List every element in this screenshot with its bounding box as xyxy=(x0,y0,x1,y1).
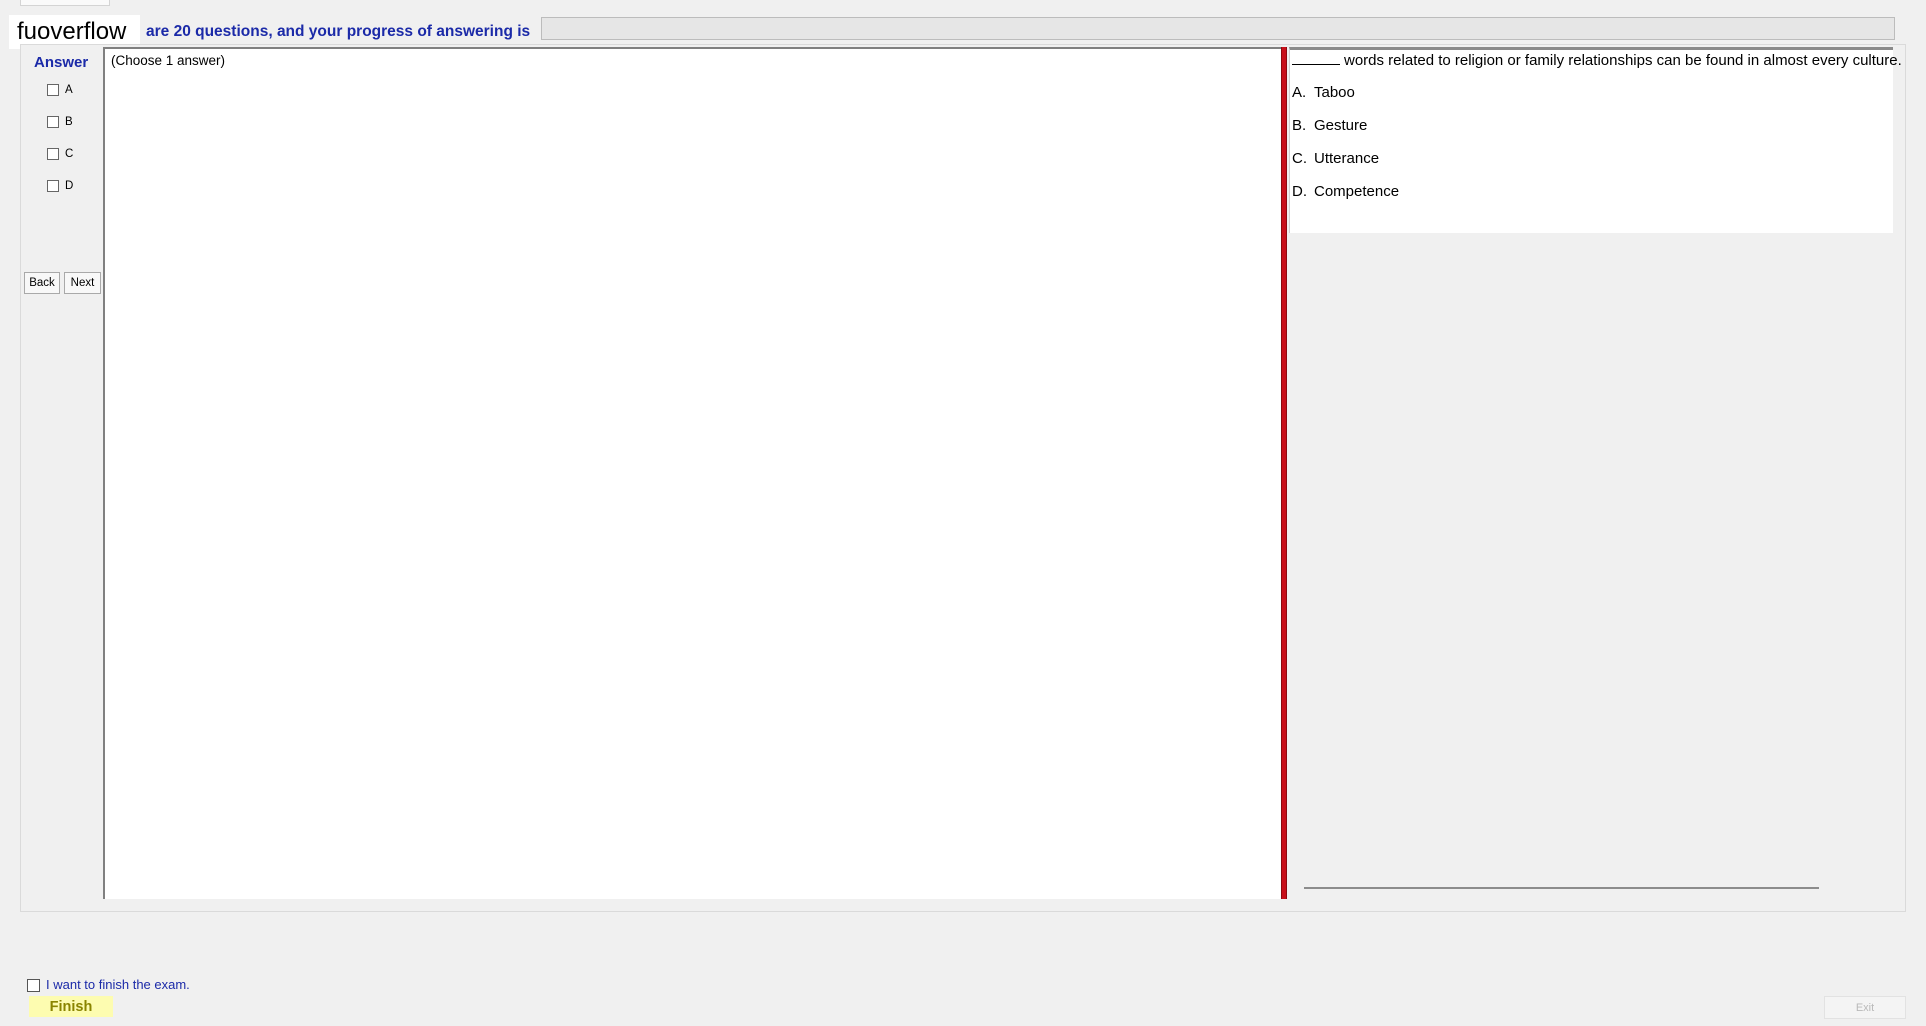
answer-content-panel xyxy=(103,47,1283,899)
choice-text-c: Utterance xyxy=(1314,150,1380,167)
top-tab-stub xyxy=(20,0,110,6)
option-label-a: A xyxy=(65,84,73,96)
answer-option-a[interactable]: A xyxy=(47,81,73,99)
checkbox-a[interactable] xyxy=(47,84,59,96)
answer-option-b[interactable]: B xyxy=(47,113,73,131)
choice-c: C. Utterance xyxy=(1292,149,1379,169)
instruction-text: (Choose 1 answer) xyxy=(111,53,226,68)
choice-d: D. Competence xyxy=(1292,182,1399,202)
choice-letter-c: C. xyxy=(1292,150,1307,167)
answer-option-d[interactable]: D xyxy=(47,177,73,195)
checkbox-c[interactable] xyxy=(47,148,59,160)
checkbox-b[interactable] xyxy=(47,116,59,128)
next-button[interactable]: Next xyxy=(64,272,101,294)
panel-splitter[interactable] xyxy=(1281,47,1287,899)
question-lower-area xyxy=(1289,234,1893,879)
progress-label: are 20 questions, and your progress of a… xyxy=(146,23,531,40)
answer-blank xyxy=(1292,50,1340,65)
horizontal-scrollbar[interactable] xyxy=(1304,887,1819,889)
choice-text-b: Gesture xyxy=(1314,117,1368,134)
answer-option-c[interactable]: C xyxy=(47,145,73,163)
option-label-d: D xyxy=(65,180,74,192)
question-panel xyxy=(1289,47,1893,233)
question-sentence: words related to religion or family rela… xyxy=(1344,52,1902,69)
finish-exam-checkbox-row[interactable]: I want to finish the exam. xyxy=(27,977,190,993)
back-button[interactable]: Back xyxy=(24,272,60,294)
finish-exam-checkbox[interactable] xyxy=(27,978,40,992)
option-label-c: C xyxy=(65,148,74,160)
answer-heading: Answer xyxy=(34,54,89,71)
exit-button[interactable]: Exit xyxy=(1824,996,1906,1019)
checkbox-d[interactable] xyxy=(47,180,59,192)
choice-b: B. Gesture xyxy=(1292,116,1367,136)
choice-letter-b: B. xyxy=(1292,117,1307,134)
choice-letter-a: A. xyxy=(1292,84,1307,101)
option-label-b: B xyxy=(65,116,73,128)
choice-text-a: Taboo xyxy=(1314,84,1355,101)
progress-bar xyxy=(541,17,1895,40)
question-text: words related to religion or family rela… xyxy=(1292,50,1902,71)
choice-a: A. Taboo xyxy=(1292,83,1355,103)
finish-button[interactable]: Finish xyxy=(29,996,113,1017)
choice-text-d: Competence xyxy=(1314,183,1400,200)
choice-letter-d: D. xyxy=(1292,183,1307,200)
finish-exam-label[interactable]: I want to finish the exam. xyxy=(46,977,190,993)
